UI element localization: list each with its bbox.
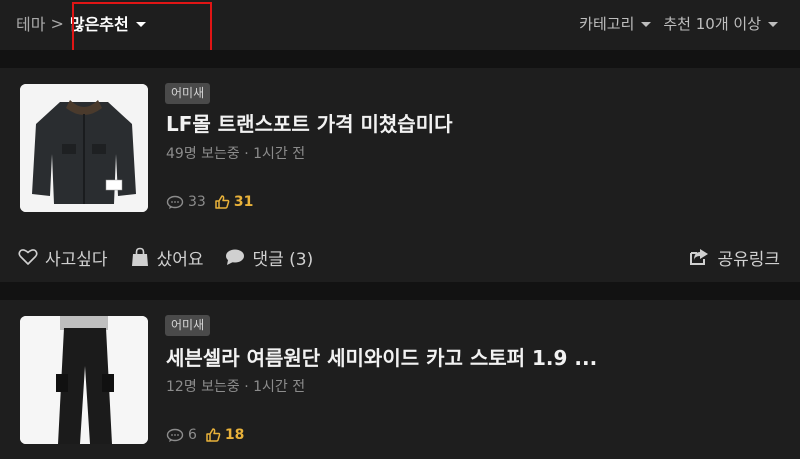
post-title[interactable]: 세븐셀라 여름원단 세미와이드 카고 스토퍼 1.9 ... bbox=[166, 342, 597, 371]
comment-count: 6 bbox=[166, 427, 197, 443]
thumbs-up-icon bbox=[206, 428, 221, 442]
post-meta: 49명 보는중 · 1시간 전 bbox=[166, 146, 306, 162]
recommend-dropdown-label: 추천 10개 이상 bbox=[663, 14, 761, 33]
category-dropdown[interactable]: 카테고리 bbox=[579, 13, 652, 34]
post-card[interactable]: 어미새 LF몰 트랜스포트 가격 미쳤습미다 49명 보는중 · 1시간 전 3… bbox=[0, 68, 800, 282]
section-divider bbox=[0, 50, 800, 68]
bought-label: 샀어요 bbox=[156, 249, 204, 270]
like-count-value: 18 bbox=[224, 427, 245, 443]
post-card[interactable]: 어미새 세븐셀라 여름원단 세미와이드 카고 스토퍼 1.9 ... 12명 보… bbox=[0, 300, 800, 459]
post-meta: 12명 보는중 · 1시간 전 bbox=[166, 379, 306, 395]
heart-icon bbox=[18, 249, 38, 265]
bought-button[interactable]: 샀어요 bbox=[130, 245, 204, 270]
caret-down-icon bbox=[641, 21, 652, 27]
post-tag[interactable]: 어미새 bbox=[165, 83, 211, 104]
jacket-image bbox=[20, 84, 148, 212]
share-button[interactable]: 공유링크 bbox=[689, 245, 780, 270]
thumbs-up-icon bbox=[215, 195, 230, 209]
share-label: 공유링크 bbox=[717, 249, 780, 270]
top-bar: 테마 > 많은추천 카테고리 추천 10개 이상 bbox=[0, 0, 800, 54]
post-actions: 사고싶다 샀어요 댓글 (3) 공유링크 bbox=[0, 237, 800, 277]
caret-down-icon bbox=[135, 21, 146, 27]
like-count: 31 bbox=[214, 194, 253, 210]
filter-bar: 카테고리 추천 10개 이상 bbox=[567, 12, 778, 34]
shopping-bag-icon bbox=[131, 247, 148, 266]
comment-count: 33 bbox=[166, 194, 206, 210]
pants-image bbox=[20, 316, 148, 444]
recommend-dropdown[interactable]: 추천 10개 이상 bbox=[663, 13, 778, 34]
product-thumbnail[interactable] bbox=[20, 316, 148, 444]
theme-dropdown-label: 많은추천 bbox=[69, 15, 129, 34]
comment-count-value: 33 bbox=[188, 194, 206, 210]
want-button[interactable]: 사고싶다 bbox=[18, 245, 108, 270]
post-title[interactable]: LF몰 트랜스포트 가격 미쳤습미다 bbox=[166, 108, 453, 137]
comments-button[interactable]: 댓글 (3) bbox=[225, 245, 313, 270]
section-divider bbox=[0, 282, 800, 300]
breadcrumb: 테마 > 많은추천 bbox=[16, 12, 146, 34]
comment-count-value: 6 bbox=[188, 427, 197, 443]
speech-bubble-icon bbox=[226, 249, 245, 265]
want-label: 사고싶다 bbox=[45, 249, 108, 270]
comment-icon bbox=[166, 428, 184, 442]
breadcrumb-root[interactable]: 테마 bbox=[16, 11, 45, 35]
category-dropdown-label: 카테고리 bbox=[579, 14, 635, 33]
share-icon bbox=[690, 249, 709, 265]
post-stats: 33 31 bbox=[166, 194, 253, 210]
comments-label: 댓글 (3) bbox=[252, 249, 314, 270]
breadcrumb-separator: > bbox=[50, 13, 64, 33]
post-tag[interactable]: 어미새 bbox=[165, 315, 211, 336]
post-stats: 6 18 bbox=[166, 427, 244, 443]
theme-dropdown[interactable]: 많은추천 bbox=[70, 11, 146, 35]
like-count-value: 31 bbox=[233, 194, 254, 210]
caret-down-icon bbox=[768, 21, 778, 27]
product-thumbnail[interactable] bbox=[20, 84, 148, 212]
comment-icon bbox=[166, 195, 184, 209]
like-count: 18 bbox=[205, 427, 244, 443]
